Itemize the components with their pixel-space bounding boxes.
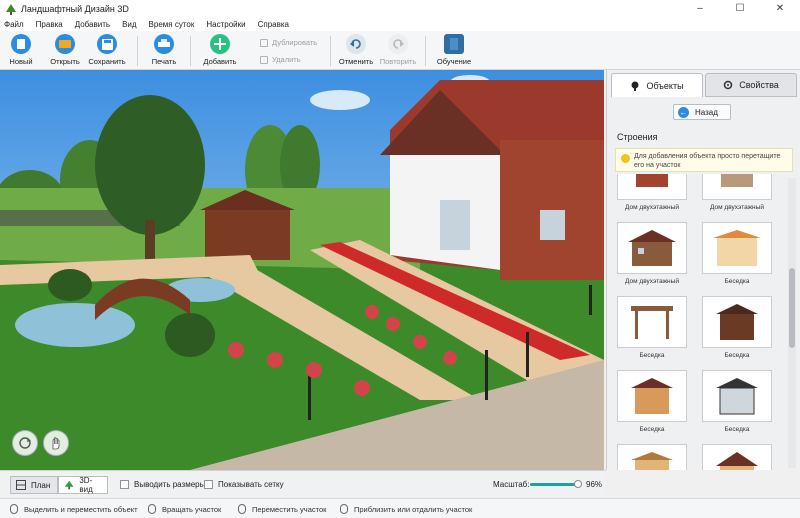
tree-icon — [64, 480, 74, 490]
print-button[interactable]: Печать — [150, 34, 178, 66]
redo-button[interactable]: Повторить — [380, 34, 416, 66]
plan-view-button[interactable]: План — [10, 476, 58, 494]
view-bar: План 3D-вид Выводить размеры Показывать … — [0, 470, 606, 498]
menu-settings[interactable]: Настройки — [206, 20, 245, 29]
window-title: Ландшафтный Дизайн 3D — [21, 3, 129, 14]
delete-button[interactable]: Удалить — [260, 55, 301, 64]
show-grid-checkbox[interactable]: Показывать сетку — [204, 480, 284, 489]
object-catalog: Дом двухэтажный Дом двухэтажный Дом двух… — [615, 174, 781, 470]
gazebo-icon — [702, 370, 772, 422]
menu-view[interactable]: Вид — [122, 20, 136, 29]
menu-time-of-day[interactable]: Время суток — [149, 20, 195, 29]
mouse-wheel-icon — [340, 504, 348, 514]
menu-help[interactable]: Справка — [258, 20, 289, 29]
undo-icon — [346, 34, 366, 54]
app-icon — [6, 3, 16, 15]
catalog-item[interactable] — [616, 444, 688, 470]
printer-icon — [154, 34, 174, 54]
zoom-value: 96% — [586, 480, 603, 489]
object-icon — [631, 81, 639, 91]
zoom-label: Масштаб: — [493, 480, 530, 489]
close-button[interactable]: ✕ — [760, 0, 800, 17]
status-select: Выделить и переместить объект — [10, 504, 138, 514]
shed-icon — [617, 444, 687, 470]
toolbar-separator — [330, 36, 331, 66]
house-icon — [617, 222, 687, 274]
plan-icon — [16, 480, 26, 490]
toolbar-separator — [425, 36, 426, 66]
menu-bar: Файл Правка Добавить Вид Время суток Нас… — [0, 17, 800, 31]
hand-icon — [52, 437, 60, 450]
tutorial-button[interactable]: Обучение — [437, 34, 471, 66]
open-button[interactable]: Открыть — [50, 34, 80, 66]
redo-icon — [388, 34, 408, 54]
scene-render — [0, 70, 604, 470]
book-icon — [444, 34, 464, 54]
gazebo-icon — [617, 370, 687, 422]
catalog-item[interactable]: Беседка — [701, 296, 773, 359]
catalog-item[interactable] — [701, 444, 773, 470]
folder-icon — [55, 34, 75, 54]
add-button[interactable]: Добавить — [203, 34, 237, 66]
menu-add[interactable]: Добавить — [75, 20, 110, 29]
gazebo-icon — [702, 296, 772, 348]
tab-properties[interactable]: Свойства — [705, 73, 797, 97]
status-zoom: Приблизить или отдалить участок — [340, 504, 472, 514]
tab-objects[interactable]: Объекты — [611, 73, 703, 97]
scrollbar-thumb[interactable] — [789, 268, 795, 348]
floppy-icon — [97, 34, 117, 54]
zoom-slider-handle[interactable] — [574, 480, 582, 488]
new-button[interactable]: Новый — [8, 34, 34, 66]
panel-tabs: Объекты Свойства — [611, 73, 797, 97]
catalog-item[interactable]: Беседка — [701, 370, 773, 433]
duplicate-button[interactable]: Дублировать — [260, 38, 317, 47]
gazebo-icon — [702, 222, 772, 274]
info-icon — [621, 154, 630, 163]
maximize-button[interactable]: ☐ — [720, 0, 760, 17]
house-icon — [702, 174, 772, 200]
rotate-view-button[interactable] — [12, 430, 38, 456]
gazebo-icon — [617, 296, 687, 348]
hint-box: Для добавления объекта просто перетащите… — [615, 148, 793, 172]
status-rotate: Вращать участок — [148, 504, 221, 514]
mouse-middle-icon — [238, 504, 246, 514]
menu-file[interactable]: Файл — [4, 20, 24, 29]
show-sizes-checkbox[interactable]: Выводить размеры — [120, 480, 205, 489]
catalog-item[interactable]: Дом двухэтажный — [701, 174, 773, 211]
trash-icon — [260, 55, 268, 64]
catalog-item[interactable]: Беседка — [701, 222, 773, 285]
arrow-left-icon: ← — [678, 106, 689, 118]
new-file-icon — [11, 34, 31, 54]
house-icon — [702, 444, 772, 470]
toolbar: Новый Открыть Сохранить Печать Добавить … — [0, 31, 800, 70]
plus-icon — [210, 34, 230, 54]
house-icon — [617, 174, 687, 200]
rotate-icon — [19, 437, 31, 449]
minimize-button[interactable]: – — [680, 0, 720, 17]
3d-viewport[interactable] — [0, 70, 604, 470]
toolbar-separator — [137, 36, 138, 66]
pan-view-button[interactable] — [43, 430, 69, 456]
status-move: Переместить участок — [238, 504, 326, 514]
catalog-item[interactable]: Беседка — [616, 296, 688, 359]
catalog-item[interactable]: Дом двухэтажный — [616, 222, 688, 285]
mouse-left-icon — [10, 504, 18, 514]
zoom-slider[interactable] — [530, 483, 578, 486]
catalog-item[interactable]: Беседка — [616, 370, 688, 433]
toolbar-separator — [190, 36, 191, 66]
mouse-right-icon — [148, 504, 156, 514]
undo-button[interactable]: Отменить — [339, 34, 373, 66]
duplicate-icon — [260, 38, 268, 47]
gear-icon — [723, 80, 733, 90]
section-title: Строения — [617, 132, 658, 142]
catalog-item[interactable]: Дом двухэтажный — [616, 174, 688, 211]
catalog-scrollbar[interactable] — [788, 178, 796, 468]
save-button[interactable]: Сохранить — [88, 34, 126, 66]
status-bar: Выделить и переместить объект Вращать уч… — [0, 498, 800, 518]
menu-edit[interactable]: Правка — [36, 20, 63, 29]
3d-view-button[interactable]: 3D-вид — [58, 476, 108, 494]
objects-panel: Объекты Свойства ← Назад Строения Для до… — [606, 70, 800, 470]
back-button[interactable]: ← Назад — [673, 104, 731, 120]
